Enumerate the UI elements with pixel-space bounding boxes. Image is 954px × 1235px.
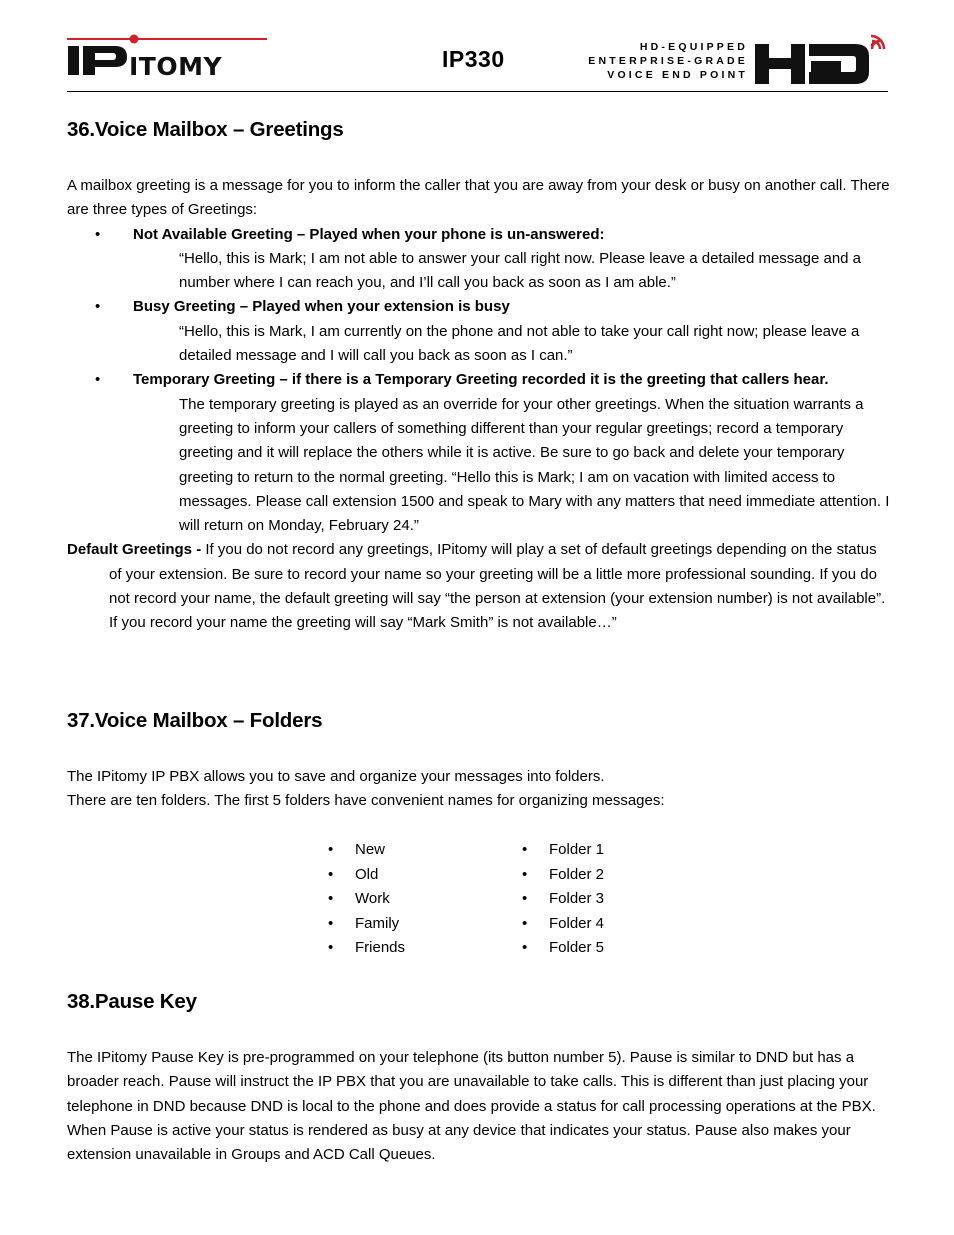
folder-name: Folder 1: [549, 841, 605, 858]
greeting-type-label: Temporary Greeting – if there is a Tempo…: [133, 371, 829, 389]
folder-item: • Folder 3: [522, 887, 604, 912]
folder-item: • Family: [328, 912, 405, 937]
pause-key-paragraph: The IPitomy Pause Key is pre-programmed …: [67, 1049, 876, 1164]
bullet-icon: •: [522, 939, 528, 956]
default-greetings-text: If you do not record any greetings, IPit…: [109, 541, 886, 632]
greeting-type-item: • Busy Greeting – Played when your exten…: [67, 295, 892, 319]
folder-name: Old: [355, 865, 379, 883]
folder-item: • Folder 5: [522, 936, 604, 961]
folder-name: Folder 4: [549, 914, 605, 932]
bullet-icon: •: [328, 914, 334, 932]
greetings-section-body: A mailbox greeting is a message for you …: [67, 174, 892, 636]
folder-name: Family: [355, 914, 400, 932]
greeting-type-item: • Not Available Greeting – Played when y…: [67, 223, 892, 247]
section-title-folders: 37.Voice Mailbox – Folders: [67, 709, 323, 732]
bullet-icon: •: [328, 841, 334, 858]
folders-intro-line: The IPitomy IP PBX allows you to save an…: [67, 768, 605, 785]
greeting-type-text: The temporary greeting is played as an o…: [179, 395, 890, 535]
folder-name: Folder 5: [549, 939, 605, 956]
default-greetings-paragraph: Default Greetings - If you do not record…: [67, 538, 892, 635]
folder-name: Folder 3: [549, 890, 605, 907]
bullet-icon: •: [328, 890, 334, 907]
bullet-icon: •: [328, 865, 334, 883]
folder-name: Friends: [355, 939, 406, 956]
ipitomy-logo: ITOMY: [67, 34, 267, 77]
folder-name: New: [355, 841, 386, 858]
section-title-greetings: 36.Voice Mailbox – Greetings: [67, 118, 344, 141]
bullet-icon: •: [522, 841, 528, 858]
greeting-type-text: “Hello, this is Mark, I am currently on …: [179, 322, 860, 365]
tagline-line: VOICE END POINT: [607, 69, 748, 81]
folder-item: • Folder 2: [522, 863, 604, 888]
folder-item: • Work: [328, 887, 405, 912]
named-folders-list: • New • Old • Work • Family • Friends: [328, 838, 405, 961]
bullet-icon: •: [522, 865, 528, 883]
tagline-line: HD-EQUIPPED: [639, 41, 748, 53]
bullet-icon: •: [522, 890, 528, 907]
folder-name: Work: [355, 890, 390, 907]
bullet-icon: •: [328, 939, 334, 956]
folders-section-body: The IPitomy IP PBX allows you to save an…: [67, 765, 892, 814]
default-greetings-label: Default Greetings -: [67, 541, 202, 559]
section-title-pause-key: 38.Pause Key: [67, 990, 197, 1013]
tagline: HD-EQUIPPED ENTERPRISE-GRADE VOICE END P…: [588, 40, 748, 82]
page-header: ITOMY IP330 HD-EQUIPPED ENTERPRISE-GRADE…: [67, 28, 888, 92]
folder-item: • Friends: [328, 936, 405, 961]
folder-item: • Folder 1: [522, 838, 604, 863]
greeting-type-text: “Hello, this is Mark; I am not able to a…: [179, 249, 862, 292]
folder-item: • New: [328, 838, 405, 863]
svg-text:ITOMY: ITOMY: [129, 52, 222, 77]
tagline-line: ENTERPRISE-GRADE: [588, 55, 748, 67]
hd-logo: [755, 34, 886, 84]
bullet-icon: •: [95, 298, 101, 316]
document-page: ITOMY IP330 HD-EQUIPPED ENTERPRISE-GRADE…: [0, 0, 954, 1235]
greeting-type-item: • Temporary Greeting – if there is a Tem…: [67, 368, 892, 392]
bullet-icon: •: [95, 371, 101, 389]
folder-name: Folder 2: [549, 865, 605, 883]
folders-intro-line: There are ten folders. The first 5 folde…: [67, 792, 665, 810]
greeting-type-label: Not Available Greeting – Played when you…: [133, 225, 605, 243]
model-name: IP330: [442, 46, 505, 72]
bullet-icon: •: [95, 225, 101, 243]
greeting-type-label: Busy Greeting – Played when your extensi…: [133, 298, 510, 316]
numbered-folders-list: • Folder 1 • Folder 2 • Folder 3 • Folder 4 …: [522, 838, 604, 961]
folder-item: • Old: [328, 863, 405, 888]
folder-item: • Folder 4: [522, 912, 604, 937]
bullet-icon: •: [522, 914, 528, 932]
greetings-intro: A mailbox greeting is a message for you …: [67, 177, 890, 219]
